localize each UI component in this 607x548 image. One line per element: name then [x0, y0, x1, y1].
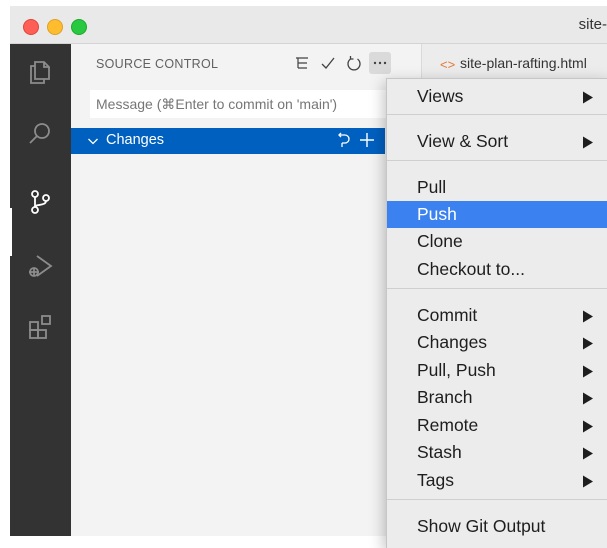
menu-item-label: Pull, Push [417, 360, 496, 380]
menu-item-branch[interactable]: Branch [387, 384, 607, 411]
more-actions-menu: Views View & Sort Pull Push Clone Checkout to… [386, 78, 607, 548]
submenu-arrow-icon [583, 475, 593, 488]
menu-separator [387, 499, 607, 500]
stage-all-icon[interactable] [358, 131, 376, 149]
window-titlebar: site- [10, 6, 607, 44]
menu-item-label: Branch [417, 387, 473, 407]
window-title: site- [578, 16, 607, 33]
editor-tab-strip: <> site-plan-rafting.html [421, 44, 607, 82]
source-control-icon[interactable] [25, 187, 55, 217]
active-indicator [10, 208, 12, 256]
menu-item-label: Show Git Output [417, 516, 546, 536]
menu-item-tags[interactable]: Tags [387, 467, 607, 494]
menu-separator [387, 114, 607, 115]
submenu-arrow-icon [583, 447, 593, 460]
commit-check-icon[interactable] [317, 52, 339, 74]
commit-message-input[interactable] [90, 90, 390, 118]
menu-item-commit[interactable]: Commit [387, 302, 607, 329]
menu-separator [387, 160, 607, 161]
submenu-arrow-icon [583, 365, 593, 378]
menu-item-label: Checkout to... [417, 259, 525, 279]
editor-tab-label[interactable]: site-plan-rafting.html [460, 55, 587, 71]
run-debug-icon[interactable] [25, 251, 55, 281]
view-as-tree-icon[interactable] [291, 52, 313, 74]
source-control-panel: SOURCE CONTROL Changes [71, 44, 421, 536]
changes-label: Changes [106, 132, 165, 148]
menu-item-label: View & Sort [417, 131, 509, 151]
menu-item-label: Push [417, 204, 457, 224]
submenu-arrow-icon [583, 337, 593, 350]
menu-item-clone[interactable]: Clone [387, 228, 607, 255]
menu-item-label: Changes [417, 332, 488, 352]
menu-item-label: Views [417, 86, 464, 106]
menu-item-remote[interactable]: Remote [387, 412, 607, 439]
menu-item-push[interactable]: Push [387, 201, 607, 228]
more-actions-icon[interactable] [369, 52, 391, 74]
menu-item-view-sort[interactable]: View & Sort [387, 128, 607, 155]
extensions-icon[interactable] [25, 311, 55, 341]
menu-item-label: Remote [417, 415, 479, 435]
discard-changes-icon[interactable] [335, 132, 351, 148]
submenu-arrow-icon [583, 91, 593, 104]
menu-item-changes[interactable]: Changes [387, 329, 607, 356]
html-code-icon: <> [440, 57, 456, 72]
changes-group-header[interactable]: Changes [71, 128, 385, 154]
search-icon[interactable] [25, 119, 55, 149]
submenu-arrow-icon [583, 420, 593, 433]
submenu-arrow-icon [583, 136, 593, 149]
menu-item-label: Commit [417, 305, 478, 325]
minimize-window-button[interactable] [47, 19, 63, 35]
menu-separator [387, 288, 607, 289]
panel-toolbar [291, 52, 391, 76]
menu-item-views[interactable]: Views [387, 83, 607, 110]
submenu-arrow-icon [583, 310, 593, 323]
refresh-icon[interactable] [343, 52, 365, 74]
menu-item-label: Stash [417, 442, 462, 462]
menu-item-label: Clone [417, 231, 463, 251]
zoom-window-button[interactable] [71, 19, 87, 35]
panel-title: SOURCE CONTROL [96, 57, 219, 71]
close-window-button[interactable] [23, 19, 39, 35]
menu-item-checkout-to[interactable]: Checkout to... [387, 256, 607, 283]
explorer-icon[interactable] [25, 57, 55, 87]
submenu-arrow-icon [583, 392, 593, 405]
menu-item-label: Tags [417, 470, 454, 490]
menu-item-pull-push[interactable]: Pull, Push [387, 357, 607, 384]
activity-bar [10, 44, 71, 536]
menu-item-pull[interactable]: Pull [387, 174, 607, 201]
menu-item-label: Pull [417, 177, 447, 197]
menu-item-stash[interactable]: Stash [387, 439, 607, 466]
chevron-down-icon [88, 138, 98, 145]
